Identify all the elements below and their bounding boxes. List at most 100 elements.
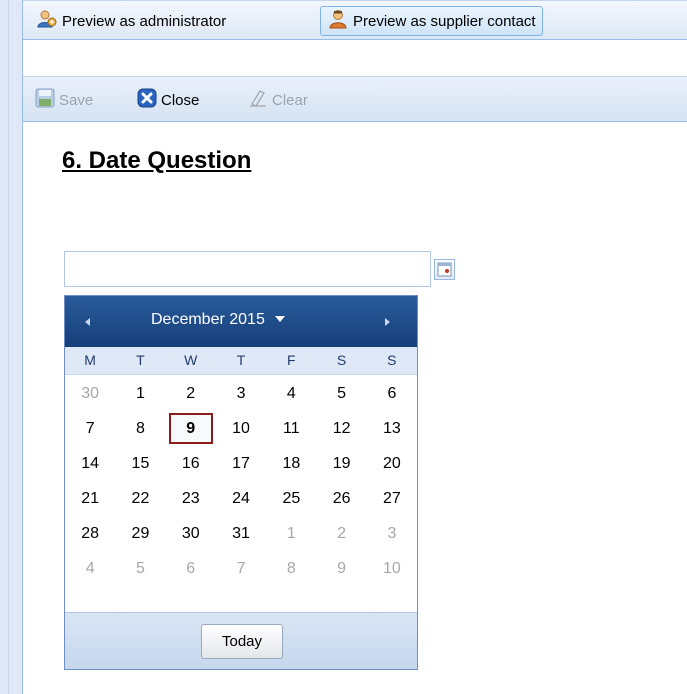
calendar-day[interactable]: 5 (115, 551, 165, 586)
weekday-label: S (387, 352, 397, 368)
calendar-day-number: 2 (186, 384, 196, 402)
calendar-day[interactable]: 3 (367, 516, 417, 551)
calendar-day[interactable]: 2 (166, 376, 216, 411)
calendar-day[interactable]: 12 (316, 411, 366, 446)
calendar-day[interactable]: 14 (65, 446, 115, 481)
calendar-day[interactable]: 3 (216, 376, 266, 411)
calendar-day[interactable]: 7 (216, 551, 266, 586)
calendar-day-number: 30 (181, 524, 200, 542)
calendar-day-number: 24 (232, 489, 250, 507)
calendar-day-number: 11 (283, 419, 300, 437)
calendar-day[interactable]: 26 (316, 481, 366, 516)
calendar-day-number: 15 (131, 454, 150, 472)
clear-button[interactable]: Clear (248, 88, 308, 112)
date-input[interactable] (64, 251, 431, 287)
calendar-day[interactable]: 8 (115, 411, 165, 446)
app-window: Preview as administrator Preview as supp… (0, 0, 687, 694)
weekday-label: T (136, 352, 145, 368)
preview-supplier-label: Preview as supplier contact (353, 12, 536, 30)
calendar-day[interactable]: 13 (367, 411, 417, 446)
weekday-label: T (236, 352, 246, 368)
calendar-day[interactable]: 10 (367, 551, 417, 586)
calendar-day[interactable]: 31 (216, 516, 266, 551)
calendar-day[interactable]: 30 (65, 376, 115, 411)
calendar-day-number: 1 (286, 524, 296, 542)
calendar-day-number: 3 (236, 384, 246, 402)
calendar-day[interactable]: 22 (115, 481, 165, 516)
save-disk-icon (35, 88, 55, 112)
calendar-day[interactable]: 7 (65, 411, 115, 446)
calendar-day[interactable]: 17 (216, 446, 266, 481)
calendar-day[interactable]: 1 (115, 376, 165, 411)
preview-admin-label: Preview as administrator (62, 12, 227, 30)
calendar-day-number: 6 (387, 384, 397, 402)
calendar-day[interactable]: 28 (65, 516, 115, 551)
calendar-day[interactable]: 30 (166, 516, 216, 551)
calendar-day-number: 8 (135, 419, 145, 437)
calendar-trigger-button[interactable] (434, 259, 455, 280)
calendar-day-number: 4 (85, 559, 95, 577)
calendar-day[interactable]: 4 (65, 551, 115, 586)
month-picker-button[interactable]: December 2015 (151, 311, 287, 329)
calendar-day-number: 14 (81, 454, 100, 472)
calendar-day-number: 21 (81, 489, 100, 507)
calendar-day[interactable]: 1 (266, 516, 316, 551)
save-button[interactable]: Save (35, 88, 93, 112)
calendar-day[interactable]: 9 (316, 551, 366, 586)
calendar-day-number: 28 (81, 524, 100, 542)
date-picker-calendar: December 2015 M T W T F S S 30 1 2 3 4 5… (64, 295, 418, 670)
question-title: 6. Date Question (62, 147, 252, 174)
calendar-day[interactable]: 27 (367, 481, 417, 516)
calendar-day-number: 23 (181, 489, 200, 507)
calendar-day-number: 29 (131, 524, 150, 542)
calendar-day-number: 9 (337, 559, 347, 577)
calendar-day-number: 5 (135, 559, 145, 577)
eraser-icon (248, 88, 268, 112)
calendar-day-number: 20 (383, 454, 401, 472)
calendar-day-today[interactable]: 9 (166, 411, 216, 446)
calendar-day[interactable]: 20 (367, 446, 417, 481)
calendar-day[interactable]: 24 (216, 481, 266, 516)
weekday-label: W (184, 352, 198, 368)
calendar-day[interactable]: 5 (316, 376, 366, 411)
calendar-day-number: 18 (282, 454, 301, 472)
calendar-day-number: 19 (332, 454, 351, 472)
preview-as-supplier-contact-button[interactable]: Preview as supplier contact (320, 6, 543, 36)
left-panel-edge (0, 0, 23, 694)
close-x-icon (137, 88, 157, 112)
calendar-day[interactable]: 29 (115, 516, 165, 551)
close-label: Close (161, 91, 200, 109)
form-actions-toolbar: Save Close Clear (23, 76, 687, 122)
previous-month-button[interactable] (79, 313, 97, 331)
close-button[interactable]: Close (137, 88, 199, 112)
calendar-day-number: 31 (232, 524, 250, 542)
calendar-day-number: 3 (387, 524, 397, 542)
calendar-day[interactable]: 21 (65, 481, 115, 516)
calendar-day[interactable]: 11 (266, 411, 316, 446)
calendar-day[interactable]: 6 (166, 551, 216, 586)
calendar-day[interactable]: 2 (316, 516, 366, 551)
today-button[interactable]: Today (201, 624, 283, 659)
calendar-day-number: 13 (383, 419, 401, 437)
calendar-day[interactable]: 8 (266, 551, 316, 586)
calendar-day[interactable]: 25 (266, 481, 316, 516)
calendar-day[interactable]: 16 (166, 446, 216, 481)
calendar-day-number: 17 (232, 454, 250, 472)
weekday-label: S (336, 352, 347, 368)
calendar-day[interactable]: 18 (266, 446, 316, 481)
calendar-day[interactable]: 10 (216, 411, 266, 446)
calendar-day[interactable]: 19 (316, 446, 366, 481)
next-month-button[interactable] (378, 313, 396, 331)
calendar-day[interactable]: 23 (166, 481, 216, 516)
calendar-footer: Today (65, 612, 417, 669)
preview-as-administrator-button[interactable]: Preview as administrator (29, 6, 233, 36)
calendar-day[interactable]: 6 (367, 376, 417, 411)
calendar-day-number: 10 (383, 559, 401, 577)
calendar-day-number: 8 (286, 559, 296, 577)
supplier-contact-icon (327, 8, 349, 34)
calendar-day-number: 4 (286, 384, 296, 402)
calendar-day[interactable]: 4 (266, 376, 316, 411)
calendar-day-number: 7 (236, 559, 246, 577)
calendar-day[interactable]: 15 (115, 446, 165, 481)
panel-divider (8, 0, 9, 694)
